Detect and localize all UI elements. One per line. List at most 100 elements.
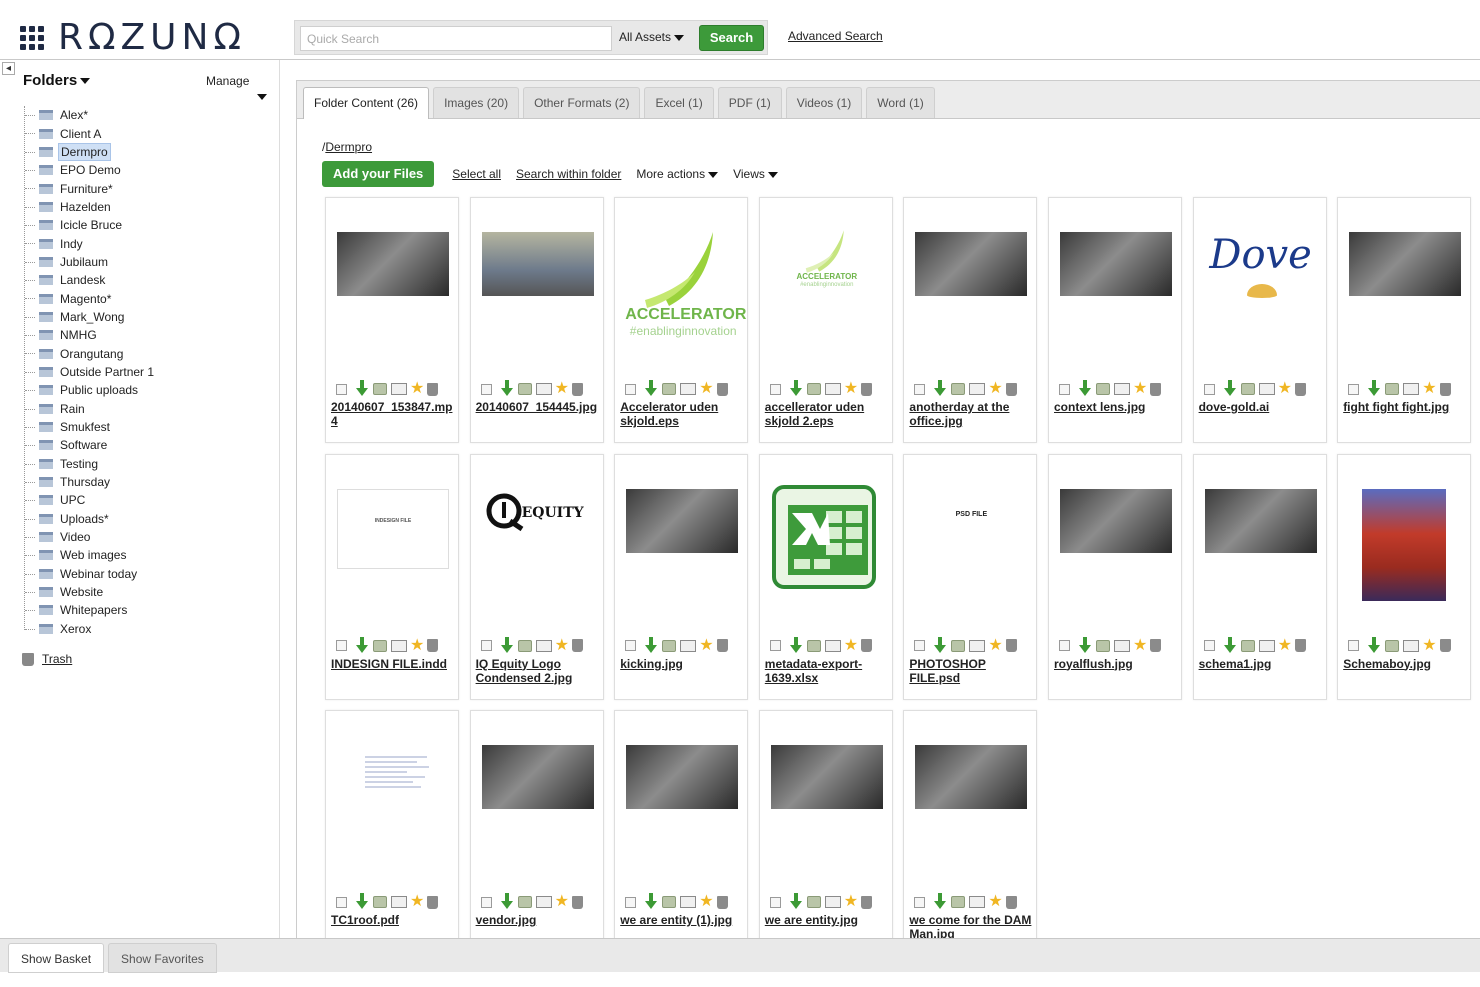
asset-thumbnail[interactable] [337,745,449,809]
folder-item[interactable]: Client A [25,124,274,142]
folder-item[interactable]: Website [25,583,274,601]
share-email-icon[interactable] [680,896,697,908]
asset-card[interactable]: ★ we are entity.jpg [758,710,893,956]
delete-trash-icon[interactable] [861,895,873,909]
asset-card[interactable]: ACCELERATOR #enablinginnovation ★ Accelerat… [614,197,749,443]
select-checkbox[interactable] [480,640,492,651]
asset-thumbnail[interactable] [1060,488,1172,553]
favorite-star-icon[interactable]: ★ [410,637,424,654]
asset-name-link[interactable]: anotherday at the office.jpg [909,400,1033,428]
asset-card[interactable]: ★ kicking.jpg [614,453,749,700]
search-within-folder-link[interactable]: Search within folder [516,167,621,181]
select-checkbox[interactable] [914,640,926,651]
add-to-basket-icon[interactable] [806,383,821,395]
add-to-basket-icon[interactable] [1240,639,1255,652]
favorite-star-icon[interactable]: ★ [844,894,858,910]
delete-trash-icon[interactable] [571,639,583,652]
asset-thumbnail[interactable]: ACCELERATOR #enablinginnovation [788,228,866,294]
download-icon[interactable] [356,636,368,653]
asset-thumbnail[interactable] [337,232,449,296]
tab[interactable]: Other Formats (2) [523,87,641,118]
delete-trash-icon[interactable] [716,639,728,652]
folder-item[interactable]: EPO Demo [25,161,274,179]
delete-trash-icon[interactable] [1150,382,1162,396]
share-email-icon[interactable] [1258,639,1275,652]
asset-card[interactable]: ★ context lens.jpg [1048,197,1182,443]
add-to-basket-icon[interactable] [662,896,677,908]
asset-card[interactable]: ★ Schemaboy.jpg [1337,453,1472,700]
advanced-search-link[interactable]: Advanced Search [788,29,883,43]
favorite-star-icon[interactable]: ★ [555,894,569,910]
search-input[interactable] [300,26,612,51]
favorite-star-icon[interactable]: ★ [410,381,424,397]
download-icon[interactable] [1223,380,1236,396]
delete-trash-icon[interactable] [1150,639,1162,652]
asset-filter-dropdown[interactable]: All Assets [619,30,685,44]
delete-trash-icon[interactable] [716,895,728,909]
select-checkbox[interactable] [769,383,781,395]
delete-trash-icon[interactable] [427,382,439,396]
share-email-icon[interactable] [535,639,552,652]
favorite-star-icon[interactable]: ★ [844,637,858,654]
asset-card[interactable]: ★ TC1roof.pdf [325,710,459,956]
asset-name-link[interactable]: vendor.jpg [476,913,600,927]
delete-trash-icon[interactable] [1439,382,1451,396]
add-to-basket-icon[interactable] [373,639,387,652]
asset-name-link[interactable]: Schemaboy.jpg [1343,657,1467,671]
download-icon[interactable] [934,636,947,653]
manage-link[interactable]: Manage [206,74,249,88]
select-checkbox[interactable] [336,383,347,395]
collapse-sidebar-icon[interactable]: ◂ [2,62,15,75]
show-favorites-tab[interactable]: Show Favorites [108,943,217,973]
favorite-star-icon[interactable]: ★ [1133,637,1147,654]
folder-item[interactable]: Mark_Wong [25,308,274,326]
asset-thumbnail[interactable]: ACCELERATOR #enablinginnovation [625,228,746,346]
download-icon[interactable] [789,636,802,653]
delete-trash-icon[interactable] [1005,382,1017,396]
add-to-basket-icon[interactable] [662,639,677,652]
asset-thumbnail[interactable] [1362,488,1447,601]
add-to-basket-icon[interactable] [951,639,966,652]
show-basket-tab[interactable]: Show Basket [8,943,105,973]
asset-name-link[interactable]: we come for the DAM Man.jpg [909,913,1033,941]
download-icon[interactable] [500,893,513,909]
folder-item[interactable]: UPC [25,491,274,509]
delete-trash-icon[interactable] [861,382,873,396]
favorite-star-icon[interactable]: ★ [410,894,424,910]
select-checkbox[interactable] [769,640,781,651]
folder-item[interactable]: Uploads* [25,510,274,528]
asset-card[interactable]: INDESIGN FILE ★ INDESIGN FILE.indd [325,453,459,700]
more-actions-menu[interactable]: More actions [636,167,719,181]
asset-card[interactable]: ★ metadata-export-1639.xlsx [758,453,893,700]
share-email-icon[interactable] [680,383,697,395]
tab[interactable]: Word (1) [866,87,935,118]
share-email-icon[interactable] [1403,639,1420,652]
download-icon[interactable] [356,893,368,909]
asset-name-link[interactable]: PHOTOSHOP FILE.psd [909,657,1033,685]
download-icon[interactable] [934,893,947,909]
select-checkbox[interactable] [336,896,347,908]
delete-trash-icon[interactable] [1005,639,1017,652]
asset-name-link[interactable]: IQ Equity Logo Condensed 2.jpg [476,657,600,685]
asset-thumbnail[interactable] [481,745,594,809]
asset-card[interactable]: ACCELERATOR #enablinginnovation ★ accellera… [758,197,893,443]
folder-item[interactable]: Webinar today [25,565,274,583]
asset-name-link[interactable]: metadata-export-1639.xlsx [765,657,889,685]
asset-name-link[interactable]: 20140607_153847.mp4 [331,400,455,428]
favorite-star-icon[interactable]: ★ [555,637,569,654]
folder-item[interactable]: Dermpro [25,142,274,161]
favorite-star-icon[interactable]: ★ [555,381,569,397]
add-to-basket-icon[interactable] [806,639,821,652]
asset-name-link[interactable]: dove-gold.ai [1199,400,1323,414]
download-icon[interactable] [356,380,368,396]
favorite-star-icon[interactable]: ★ [1422,381,1436,397]
select-checkbox[interactable] [914,896,926,908]
share-email-icon[interactable] [1403,383,1420,395]
download-icon[interactable] [789,893,802,909]
folder-item[interactable]: Web images [25,546,274,564]
manage-chevron-icon[interactable] [257,94,267,100]
tab[interactable]: PDF (1) [717,87,782,118]
asset-card[interactable]: ★ fight fight fight.jpg [1337,197,1472,443]
share-email-icon[interactable] [969,896,986,908]
favorite-star-icon[interactable]: ★ [1278,381,1292,397]
